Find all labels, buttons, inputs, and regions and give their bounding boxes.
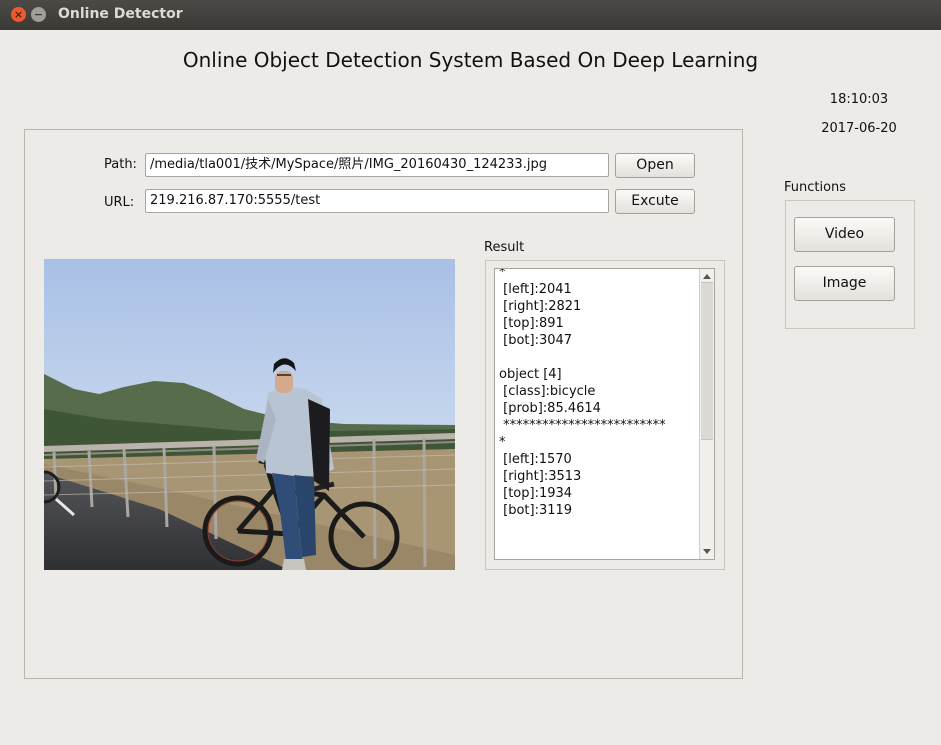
functions-label: Functions bbox=[784, 180, 847, 195]
path-label: Path: bbox=[104, 157, 137, 172]
window-title: Online Detector bbox=[58, 6, 183, 22]
url-input[interactable]: 219.216.87.170:5555/test bbox=[145, 189, 609, 213]
page-title: Online Object Detection System Based On … bbox=[182, 48, 759, 72]
result-text-area[interactable]: * [left]:2041 [right]:2821 [top]:891 [bo… bbox=[494, 268, 715, 560]
app-window: × − Online Detector Online Object Detect… bbox=[0, 0, 941, 745]
path-input[interactable]: /media/tla001/技术/MySpace/照片/IMG_20160430… bbox=[145, 153, 609, 177]
clock-date: 2017-06-20 bbox=[821, 121, 897, 136]
result-text: * [left]:2041 [right]:2821 [top]:891 [bo… bbox=[499, 268, 666, 518]
scroll-down-icon[interactable] bbox=[703, 549, 711, 554]
result-label: Result bbox=[484, 240, 525, 255]
scrollbar-thumb[interactable] bbox=[701, 282, 713, 440]
url-label: URL: bbox=[104, 195, 135, 210]
result-scrollbar[interactable] bbox=[699, 269, 714, 559]
title-bar[interactable]: × − Online Detector bbox=[0, 0, 941, 30]
video-button[interactable]: Video bbox=[794, 217, 895, 252]
image-button[interactable]: Image bbox=[794, 266, 895, 301]
clock-time: 18:10:03 bbox=[829, 92, 889, 107]
scroll-up-icon[interactable] bbox=[703, 274, 711, 279]
minimize-window-button[interactable]: − bbox=[31, 7, 46, 22]
execute-button[interactable]: Excute bbox=[615, 189, 695, 214]
close-window-button[interactable]: × bbox=[11, 7, 26, 22]
open-button[interactable]: Open bbox=[615, 153, 695, 178]
detection-image bbox=[44, 259, 455, 570]
